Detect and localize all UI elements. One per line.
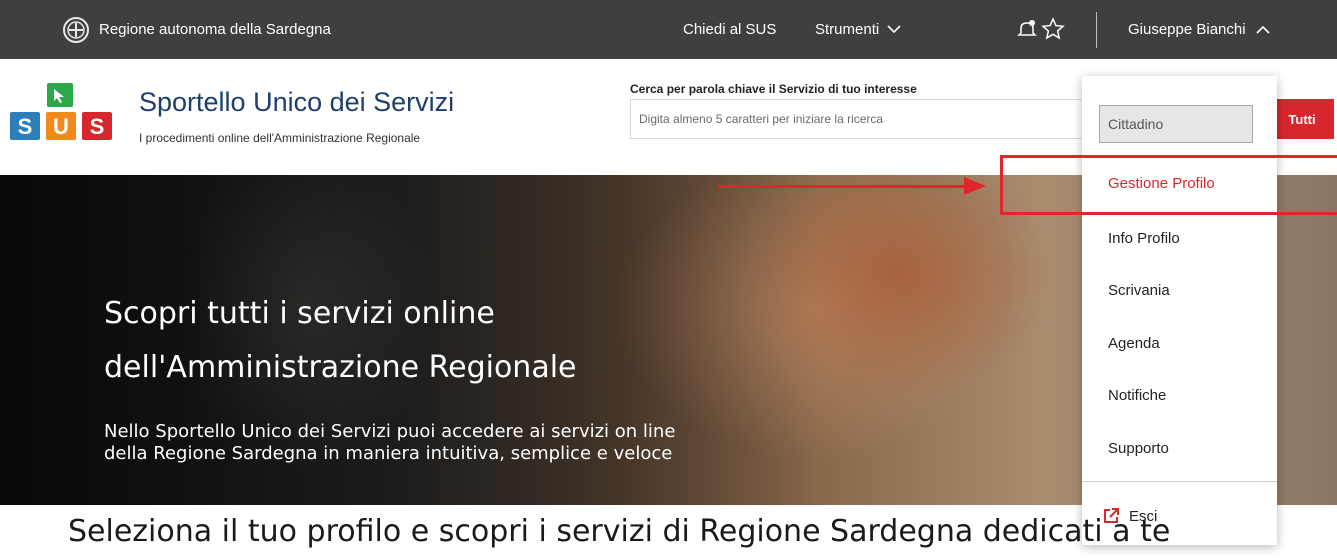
- strumenti-label: Strumenti: [815, 21, 880, 38]
- user-name: Giuseppe Bianchi: [1128, 21, 1246, 38]
- topbar-divider: [1096, 12, 1097, 48]
- section-title: Seleziona il tuo profilo e scopri i serv…: [68, 514, 1171, 549]
- chevron-down-icon: [887, 25, 901, 34]
- hero-text: Nello Sportello Unico dei Servizi puoi a…: [104, 421, 824, 465]
- menu-item-agenda[interactable]: Agenda: [1108, 335, 1160, 352]
- chiedi-al-sus-link[interactable]: Chiedi al SUS: [683, 0, 776, 59]
- menu-divider: [1082, 481, 1277, 482]
- region-link[interactable]: Regione autonoma della Sardegna: [63, 0, 331, 59]
- menu-item-info-profilo[interactable]: Info Profilo: [1108, 230, 1180, 247]
- star-favorites-icon[interactable]: [1040, 16, 1066, 42]
- user-dropdown-menu: Cittadino Gestione Profilo Info Profilo …: [1082, 76, 1277, 545]
- top-bar: Regione autonoma della Sardegna Chiedi a…: [0, 0, 1337, 59]
- site-title[interactable]: Sportello Unico dei Servizi: [139, 87, 454, 118]
- sus-logo[interactable]: S U S: [8, 81, 120, 143]
- logo-letter-u: U: [53, 114, 69, 139]
- hero-text-line-2: della Regione Sardegna in maniera intuit…: [104, 443, 673, 464]
- annotation-arrow-line: [718, 185, 968, 188]
- menu-item-scrivania[interactable]: Scrivania: [1108, 282, 1170, 299]
- region-name: Regione autonoma della Sardegna: [99, 21, 331, 38]
- annotation-arrow-head-icon: [964, 177, 986, 195]
- notification-bell-icon[interactable]: [1014, 16, 1040, 42]
- logo-letter-s1: S: [18, 114, 33, 139]
- region-emblem-icon: [63, 16, 89, 43]
- logo-letter-s2: S: [90, 114, 105, 139]
- hero-title: Scopri tutti i servizi online dell'Ammin…: [104, 296, 577, 385]
- menu-item-supporto[interactable]: Supporto: [1108, 440, 1169, 457]
- search-label: Cerca per parola chiave il Servizio di t…: [630, 82, 917, 96]
- user-menu-toggle[interactable]: Giuseppe Bianchi: [1128, 0, 1270, 59]
- tutti-button[interactable]: Tutti: [1270, 99, 1334, 139]
- site-subtitle: I procedimenti online dell'Amministrazio…: [139, 131, 421, 145]
- hero-text-line-1: Nello Sportello Unico dei Servizi puoi a…: [104, 421, 676, 442]
- role-select[interactable]: Cittadino: [1099, 105, 1253, 143]
- menu-item-gestione-profilo[interactable]: Gestione Profilo: [1108, 175, 1215, 192]
- strumenti-menu[interactable]: Strumenti: [815, 0, 901, 59]
- search-input[interactable]: [630, 99, 1090, 139]
- chevron-up-icon: [1256, 25, 1270, 34]
- menu-item-notifiche[interactable]: Notifiche: [1108, 387, 1166, 404]
